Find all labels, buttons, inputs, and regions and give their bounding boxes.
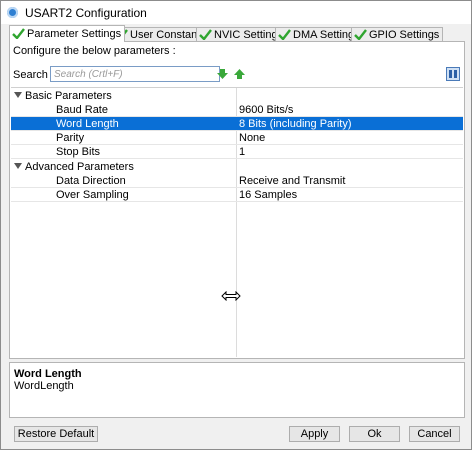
parameter-tree: Basic Parameters Baud Rate 9600 Bits/s W… xyxy=(11,87,463,357)
grid-view-icon xyxy=(449,70,457,78)
group-advanced-parameters[interactable]: Advanced Parameters xyxy=(11,160,463,174)
arrow-up-icon[interactable] xyxy=(234,69,245,79)
usart2-configuration-dialog: USART2 Configuration Parameter Settings … xyxy=(0,0,472,450)
tab-label: Parameter Settings xyxy=(27,28,122,40)
tab-label: User Constants xyxy=(130,29,206,41)
param-value[interactable]: Receive and Transmit xyxy=(239,174,345,188)
group-label: Advanced Parameters xyxy=(25,161,134,173)
search-input[interactable] xyxy=(50,66,220,82)
panel-subtitle: Configure the below parameters : xyxy=(13,45,176,57)
param-name: Data Direction xyxy=(56,175,126,187)
tab-label: NVIC Settings xyxy=(214,29,284,41)
title-bar[interactable]: USART2 Configuration xyxy=(1,1,471,24)
collapse-triangle-icon[interactable] xyxy=(14,92,22,98)
param-value[interactable]: None xyxy=(239,131,265,145)
parameter-settings-panel: Configure the below parameters : Search … xyxy=(9,41,465,359)
param-row-word-length[interactable]: Word Length 8 Bits (including Parity) xyxy=(11,117,463,131)
ok-button[interactable]: Ok xyxy=(349,426,400,442)
param-value[interactable]: 16 Samples xyxy=(239,188,297,202)
arrow-down-icon[interactable] xyxy=(217,69,228,79)
param-value[interactable]: 9600 Bits/s xyxy=(239,103,293,117)
app-icon xyxy=(7,7,18,18)
tab-nvic-settings[interactable]: NVIC Settings xyxy=(196,27,288,41)
param-name: Word Length xyxy=(56,118,119,130)
param-row-over-sampling[interactable]: Over Sampling 16 Samples xyxy=(11,188,463,202)
description-panel: Word Length WordLength xyxy=(9,362,465,418)
param-name: Over Sampling xyxy=(56,189,129,201)
param-row-stop-bits[interactable]: Stop Bits 1 xyxy=(11,145,463,159)
description-title: Word Length xyxy=(14,368,82,380)
param-name: Stop Bits xyxy=(56,146,101,158)
search-label: Search : xyxy=(13,69,54,81)
check-icon xyxy=(278,29,291,40)
resize-cursor-icon xyxy=(221,291,241,301)
collapse-triangle-icon[interactable] xyxy=(14,163,22,169)
param-row-baud-rate[interactable]: Baud Rate 9600 Bits/s xyxy=(11,103,463,117)
tab-label: GPIO Settings xyxy=(369,29,440,41)
param-name: Parity xyxy=(56,132,85,144)
param-value[interactable]: 1 xyxy=(239,145,245,159)
cancel-button[interactable]: Cancel xyxy=(409,426,460,442)
description-text: WordLength xyxy=(14,380,74,392)
check-icon xyxy=(354,29,367,40)
param-row-parity[interactable]: Parity None xyxy=(11,131,463,145)
param-name: Baud Rate xyxy=(56,104,108,116)
check-icon xyxy=(199,29,212,40)
tab-label: DMA Settings xyxy=(293,29,360,41)
param-value[interactable]: 8 Bits (including Parity) xyxy=(239,117,352,131)
restore-default-button[interactable]: Restore Default xyxy=(14,426,98,442)
group-label: Basic Parameters xyxy=(25,90,112,102)
view-toggle-button[interactable] xyxy=(446,67,460,81)
param-row-data-direction[interactable]: Data Direction Receive and Transmit xyxy=(11,174,463,188)
apply-button[interactable]: Apply xyxy=(289,426,340,442)
window-title: USART2 Configuration xyxy=(25,6,147,20)
check-icon xyxy=(12,28,25,39)
tab-gpio-settings[interactable]: GPIO Settings xyxy=(351,27,444,41)
group-basic-parameters[interactable]: Basic Parameters xyxy=(11,89,463,103)
tab-parameter-settings[interactable]: Parameter Settings xyxy=(9,25,126,42)
